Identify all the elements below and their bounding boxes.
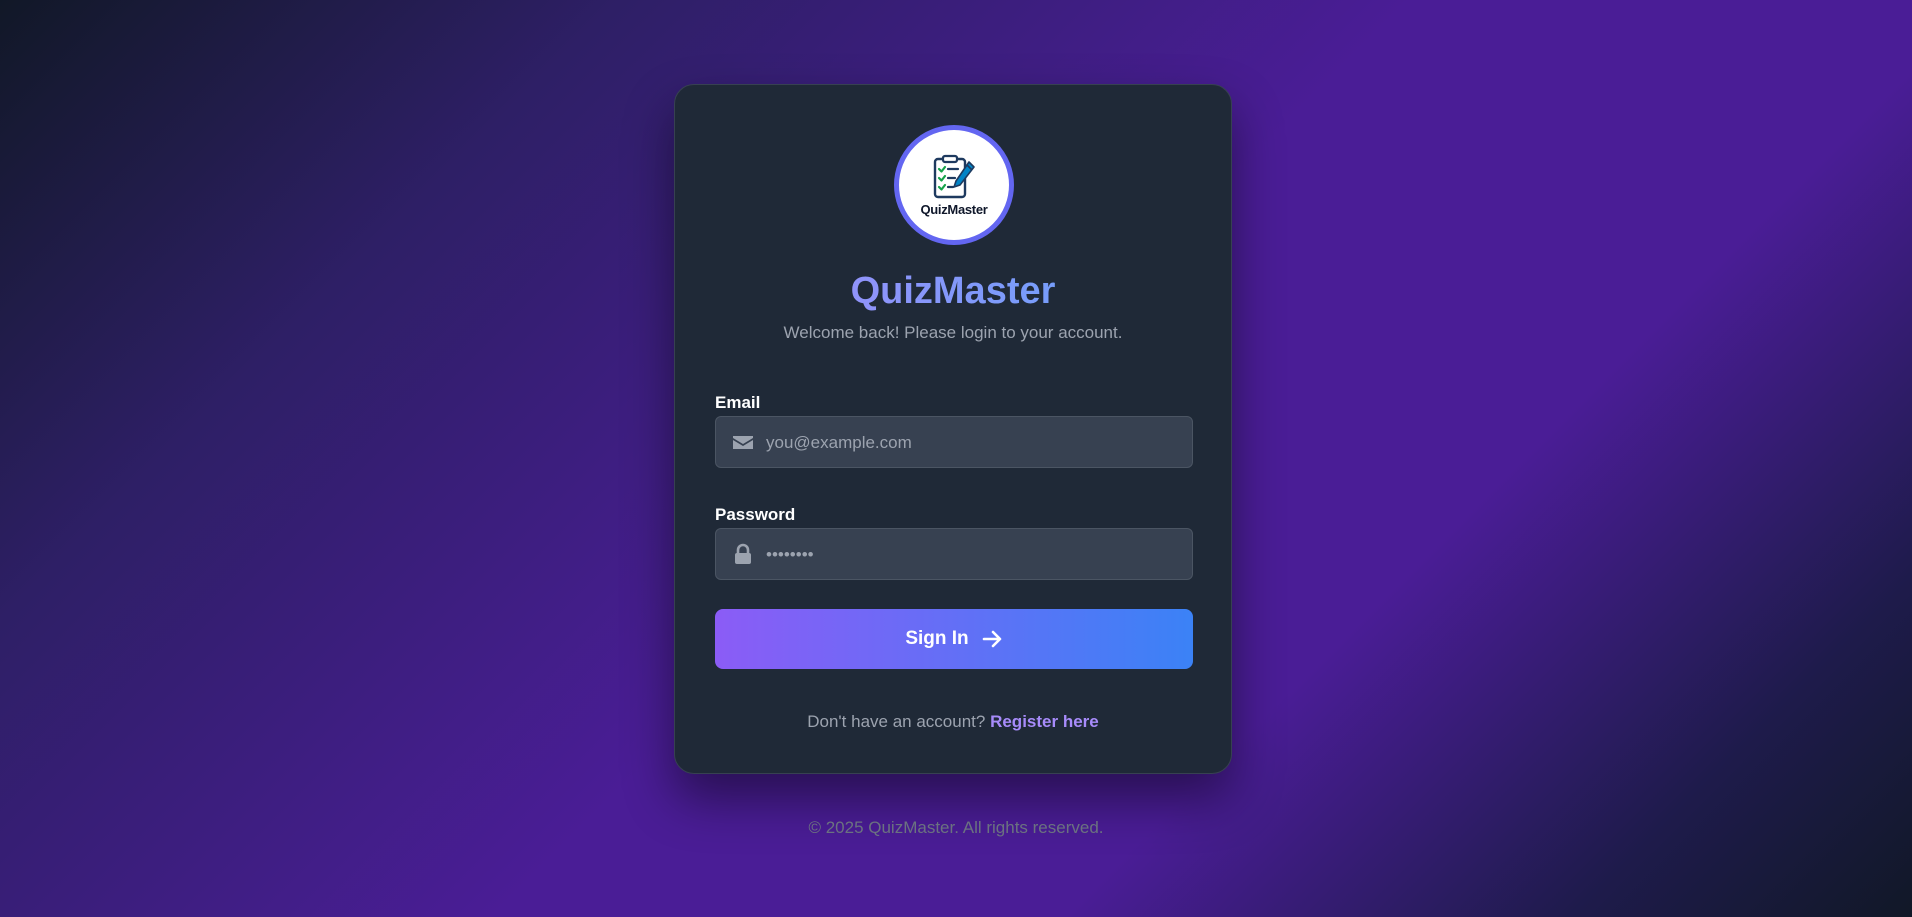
checklist-pencil-icon [933,154,975,198]
footer-copyright: © 2025 QuizMaster. All rights reserved. [808,818,1104,837]
arrow-right-icon [982,630,1001,648]
logo-wordmark: QuizMaster [920,201,988,217]
register-link[interactable]: Register here [990,712,1099,731]
sign-in-label: Sign In [905,628,969,649]
password-input[interactable] [764,529,1188,581]
brand-logo: QuizMaster [894,125,1014,245]
envelope-icon [733,436,753,449]
register-prompt-text: Don't have an account? [807,712,986,731]
app-title: QuizMaster [675,267,1231,316]
email-field[interactable] [715,416,1193,469]
login-card: QuizMaster QuizMaster Welcome back! Plea… [674,84,1232,774]
password-field[interactable] [715,528,1193,581]
sign-in-button[interactable]: Sign In [715,609,1193,669]
lock-icon [735,543,751,564]
email-input[interactable] [764,417,1188,469]
register-prompt: Don't have an account? Register here [675,712,1231,732]
password-label: Password [715,505,796,524]
login-subtitle: Welcome back! Please login to your accou… [783,323,1123,342]
email-label: Email [715,393,761,412]
